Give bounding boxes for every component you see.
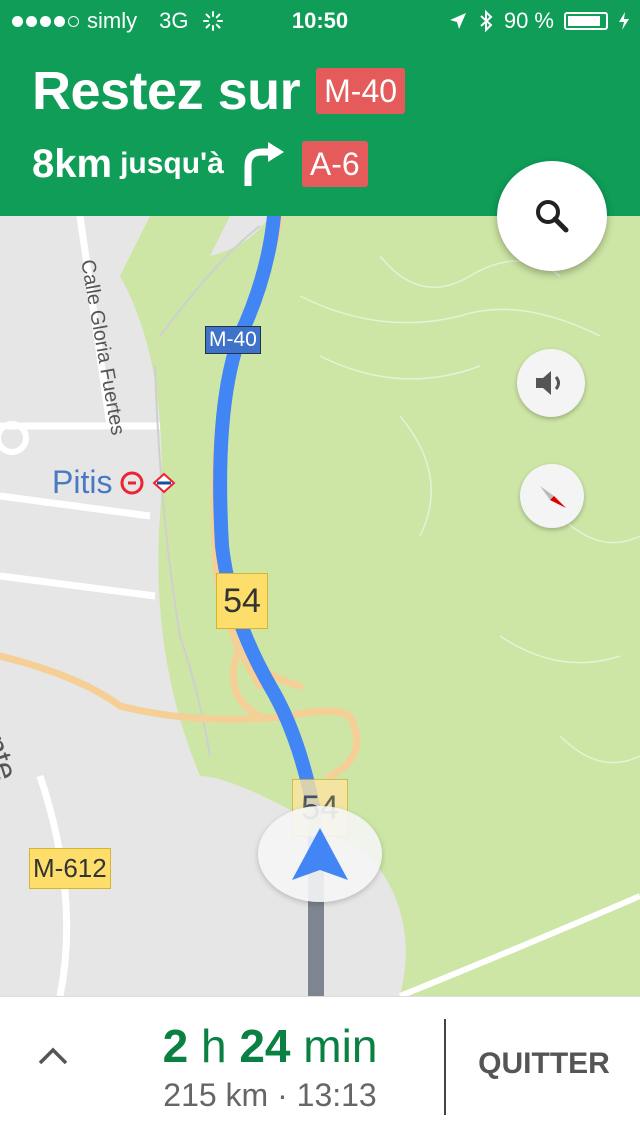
turn-right-icon	[244, 142, 284, 186]
bluetooth-icon	[480, 9, 493, 33]
compass-button[interactable]	[520, 464, 584, 528]
sound-button[interactable]	[517, 349, 585, 417]
distance-arrival: 215 km · 13:13	[100, 1077, 440, 1114]
location-arrow-icon	[449, 13, 466, 29]
hours-value: 2	[162, 1020, 189, 1072]
speaker-icon	[536, 371, 560, 395]
charging-icon	[619, 12, 629, 30]
search-button[interactable]	[497, 161, 607, 271]
next-road-shield: A-6	[301, 141, 368, 187]
station-name: Pitis	[52, 464, 113, 500]
divider	[444, 1019, 446, 1115]
separator: ·	[277, 1077, 288, 1113]
search-icon	[536, 200, 569, 233]
expand-button[interactable]	[36, 1045, 70, 1072]
road-shield-54: 54	[216, 573, 268, 629]
station-label: Pitis	[52, 464, 176, 501]
battery-percent: 90 %	[503, 8, 554, 33]
current-road-shield: M-40	[316, 68, 406, 114]
metro-icon	[120, 471, 144, 494]
until-text: jusqu'à	[120, 147, 224, 180]
trip-summary-bar: 2 h 24 min 215 km · 13:13 QUITTER	[0, 996, 640, 1137]
compass-icon	[540, 486, 566, 508]
minutes-unit: min	[303, 1020, 378, 1072]
remaining-time: 2 h 24 min	[100, 1019, 440, 1073]
current-location-marker	[258, 806, 382, 902]
instruction-text: Restez sur	[32, 61, 301, 121]
train-icon	[152, 472, 176, 493]
eta-block[interactable]: 2 h 24 min 215 km · 13:13	[100, 1019, 440, 1114]
arrival-time: 13:13	[296, 1077, 377, 1113]
navigation-arrow-icon	[292, 828, 348, 880]
chevron-up-icon	[38, 1047, 68, 1065]
status-bar: simly 3G 10:50 90 %	[0, 0, 640, 40]
battery-icon	[564, 12, 608, 30]
quit-button[interactable]: QUITTER	[448, 1047, 640, 1081]
distance-to-next: 8km	[32, 141, 113, 186]
hours-unit: h	[200, 1020, 227, 1072]
road-shield-m40: M-40	[205, 326, 261, 354]
map-view[interactable]: Calle Gloria Fuertes Pitis Monte M-40 54…	[0, 216, 640, 996]
road-shield-m612: M-612	[29, 848, 111, 889]
remaining-distance: 215 km	[163, 1077, 269, 1113]
minutes-value: 24	[239, 1020, 291, 1072]
battery-level	[568, 16, 600, 26]
